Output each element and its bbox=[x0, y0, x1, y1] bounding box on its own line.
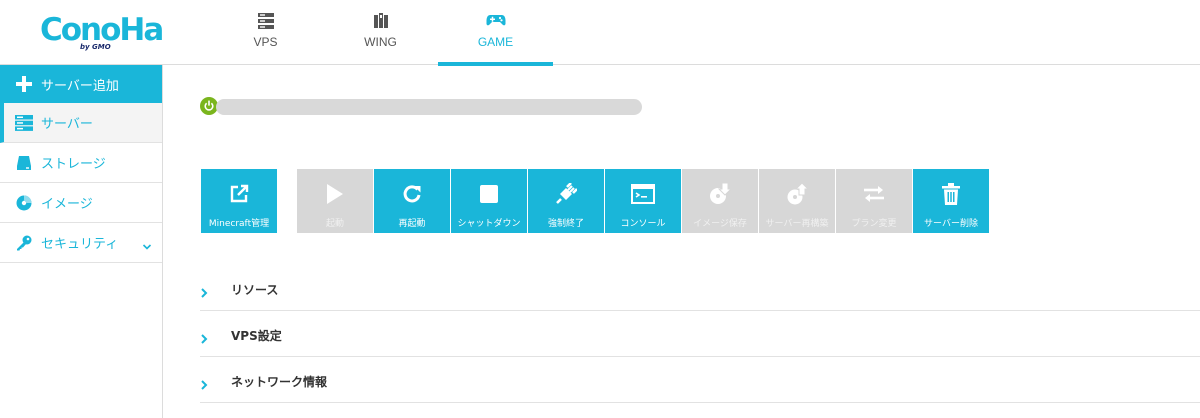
button-label: コンソール bbox=[620, 219, 666, 229]
button-label: シャットダウン bbox=[457, 219, 521, 229]
sidebar-item-label: サーバー追加 bbox=[41, 78, 119, 94]
rebuild-server-button[interactable]: サーバー再構築 bbox=[759, 169, 835, 233]
section-title: リソース bbox=[231, 283, 279, 297]
button-label: サーバー削除 bbox=[924, 219, 978, 229]
stop-icon bbox=[451, 183, 527, 205]
plus-icon bbox=[14, 75, 34, 93]
image-save-icon bbox=[682, 183, 758, 205]
tab-game-label: GAME bbox=[477, 35, 514, 49]
chevron-right-icon bbox=[200, 283, 208, 302]
sidebar-item-server[interactable]: サーバー bbox=[0, 103, 162, 143]
button-label: 起動 bbox=[325, 219, 344, 229]
button-label: Minecraft管理 bbox=[208, 219, 270, 229]
console-button[interactable]: コンソール bbox=[605, 169, 681, 233]
button-label: イメージ保存 bbox=[693, 219, 747, 229]
tab-wing[interactable]: WING bbox=[323, 0, 438, 65]
tab-game[interactable]: GAME bbox=[438, 0, 553, 66]
plug-icon bbox=[528, 183, 604, 205]
section-network-info[interactable]: ネットワーク情報 bbox=[200, 357, 1200, 403]
disc-icon bbox=[14, 194, 34, 212]
wing-icon bbox=[323, 12, 438, 30]
delete-server-button[interactable]: サーバー削除 bbox=[913, 169, 989, 233]
section-resource[interactable]: リソース bbox=[200, 265, 1200, 311]
sidebar-item-label: ストレージ bbox=[41, 157, 106, 172]
storage-icon bbox=[14, 154, 34, 172]
restart-button[interactable]: 再起動 bbox=[374, 169, 450, 233]
tab-vps[interactable]: VPS bbox=[208, 0, 323, 65]
server-header bbox=[200, 95, 650, 117]
main-content: Minecraft管理 起動 再起動 シャットダウン 強制終了 コンソール イメ… bbox=[164, 65, 1200, 418]
server-icon bbox=[208, 12, 323, 30]
gamepad-icon bbox=[438, 12, 553, 30]
save-image-button[interactable]: イメージ保存 bbox=[682, 169, 758, 233]
server-name bbox=[216, 99, 642, 115]
section-title: ネットワーク情報 bbox=[231, 375, 328, 389]
chevron-down-icon[interactable] bbox=[142, 237, 152, 256]
top-header: ConoHa by GMO VPS WING GAME bbox=[0, 0, 1200, 66]
sidebar-item-add-server[interactable]: サーバー追加 bbox=[0, 65, 162, 103]
button-label: 再起動 bbox=[398, 219, 426, 229]
server-action-toolbar: Minecraft管理 起動 再起動 シャットダウン 強制終了 コンソール イメ… bbox=[201, 169, 990, 233]
play-icon bbox=[297, 183, 373, 205]
key-icon bbox=[14, 234, 34, 252]
section-title: VPS設定 bbox=[231, 329, 282, 343]
product-nav: VPS WING GAME bbox=[208, 0, 553, 66]
sidebar-item-label: イメージ bbox=[41, 197, 93, 212]
restart-icon bbox=[374, 183, 450, 205]
tab-wing-label: WING bbox=[364, 35, 397, 49]
sidebar-item-label: サーバー bbox=[41, 117, 93, 132]
change-plan-button[interactable]: プラン変更 bbox=[836, 169, 912, 233]
rebuild-icon bbox=[759, 183, 835, 205]
console-icon bbox=[605, 183, 681, 205]
chevron-right-icon bbox=[200, 375, 208, 394]
sidebar-item-label: セキュリティ bbox=[41, 237, 119, 252]
tab-vps-label: VPS bbox=[253, 35, 278, 49]
section-vps-settings[interactable]: VPS設定 bbox=[200, 311, 1200, 357]
button-label: サーバー再構築 bbox=[765, 219, 829, 229]
force-stop-button[interactable]: 強制終了 bbox=[528, 169, 604, 233]
trash-icon bbox=[913, 183, 989, 205]
sidebar-item-image[interactable]: イメージ bbox=[0, 183, 162, 223]
conoha-logo[interactable]: ConoHa by GMO bbox=[40, 10, 165, 54]
sidebar: サーバー追加 サーバー ストレージ イメージ セキュリティ bbox=[0, 65, 163, 418]
plan-change-icon bbox=[836, 183, 912, 205]
sidebar-item-storage[interactable]: ストレージ bbox=[0, 143, 162, 183]
minecraft-manage-button[interactable]: Minecraft管理 bbox=[201, 169, 277, 233]
sidebar-item-security[interactable]: セキュリティ bbox=[0, 223, 162, 263]
button-label: プラン変更 bbox=[851, 219, 897, 229]
shutdown-button[interactable]: シャットダウン bbox=[451, 169, 527, 233]
logo-sub: by GMO bbox=[80, 43, 111, 51]
server-icon bbox=[14, 114, 34, 132]
button-label: 強制終了 bbox=[547, 219, 584, 229]
start-button[interactable]: 起動 bbox=[297, 169, 373, 233]
external-link-icon bbox=[201, 183, 277, 205]
chevron-right-icon bbox=[200, 329, 208, 348]
